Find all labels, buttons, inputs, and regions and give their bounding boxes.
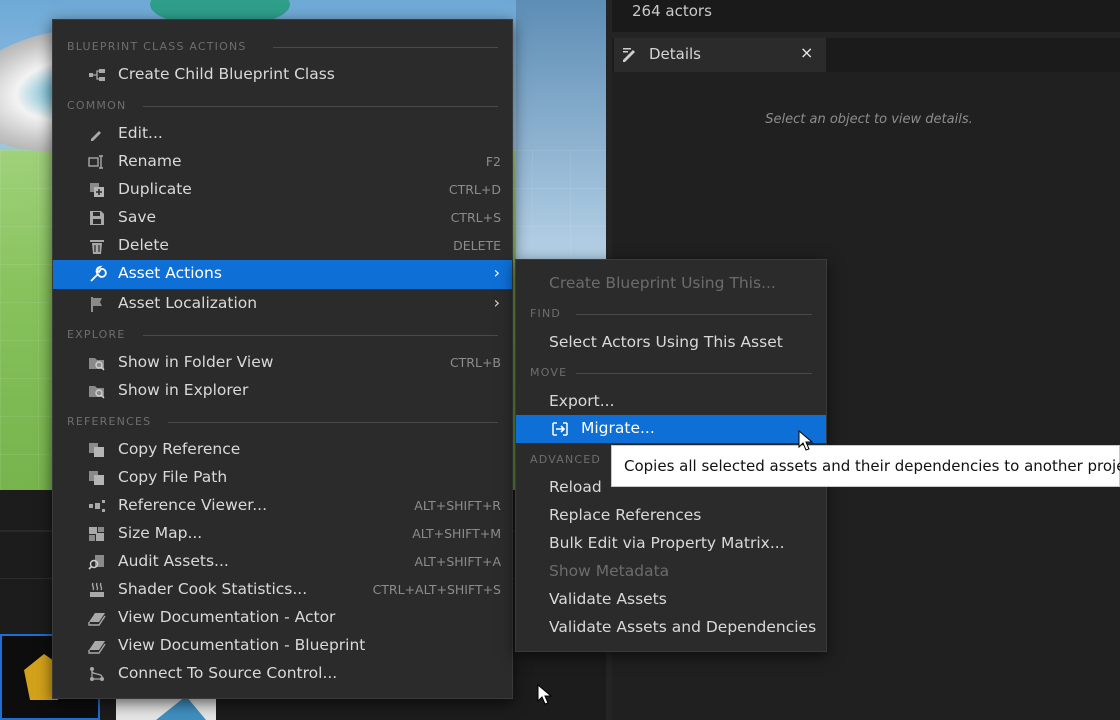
audit-icon bbox=[87, 553, 107, 571]
menu-item-reference-viewer[interactable]: Reference Viewer... ALT+SHIFT+R bbox=[53, 492, 512, 520]
section-common: COMMON bbox=[53, 95, 512, 115]
close-icon[interactable]: × bbox=[800, 43, 813, 62]
menu-item-save[interactable]: Save CTRL+S bbox=[53, 204, 512, 232]
menu-item-select-actors-using-asset[interactable]: Select Actors Using This Asset bbox=[516, 329, 826, 357]
menu-item-delete[interactable]: Delete DELETE bbox=[53, 232, 512, 260]
section-blueprint-class-actions: BLUEPRINT CLASS ACTIONS bbox=[53, 36, 512, 56]
menu-item-asset-actions[interactable]: Asset Actions › bbox=[53, 260, 512, 289]
mouse-cursor-icon bbox=[798, 430, 814, 451]
menu-item-bulk-edit[interactable]: Bulk Edit via Property Matrix... bbox=[516, 530, 826, 558]
section-move: MOVE bbox=[516, 362, 826, 382]
menu-item-rename[interactable]: Rename F2 bbox=[53, 148, 512, 176]
details-pencil-icon bbox=[620, 45, 640, 65]
folder-search-icon bbox=[87, 382, 107, 400]
source-control-icon bbox=[87, 665, 107, 683]
tooltip-text: Copies all selected assets and their dep… bbox=[624, 457, 1120, 475]
chevron-right-icon: › bbox=[493, 263, 500, 282]
menu-item-size-map[interactable]: Size Map... ALT+SHIFT+M bbox=[53, 520, 512, 548]
menu-item-replace-references[interactable]: Replace References bbox=[516, 502, 826, 530]
menu-item-show-in-folder-view[interactable]: Show in Folder View CTRL+B bbox=[53, 349, 512, 377]
menu-item-show-metadata: Show Metadata bbox=[549, 562, 670, 580]
menu-item-show-in-explorer[interactable]: Show in Explorer bbox=[53, 377, 512, 405]
migrate-tooltip: Copies all selected assets and their dep… bbox=[611, 445, 1120, 487]
menu-item-edit[interactable]: Edit... bbox=[53, 120, 512, 148]
menu-item-shader-cook-statistics[interactable]: Shader Cook Statistics... CTRL+ALT+SHIFT… bbox=[53, 576, 512, 604]
migrate-icon bbox=[550, 420, 570, 438]
book-icon bbox=[87, 637, 107, 655]
book-icon bbox=[87, 609, 107, 627]
section-references: REFERENCES bbox=[53, 411, 512, 431]
menu-item-validate-assets-dependencies[interactable]: Validate Assets and Dependencies bbox=[516, 614, 826, 642]
menu-item-audit-assets[interactable]: Audit Assets... ALT+SHIFT+A bbox=[53, 548, 512, 576]
menu-item-copy-file-path[interactable]: Copy File Path bbox=[53, 464, 512, 492]
menu-item-connect-source-control[interactable]: Connect To Source Control... bbox=[53, 660, 512, 688]
copy-icon bbox=[87, 441, 107, 459]
menu-item-migrate[interactable]: Migrate... bbox=[516, 415, 826, 443]
menu-item-create-child-blueprint[interactable]: Create Child Blueprint Class bbox=[53, 61, 512, 89]
chevron-right-icon: › bbox=[493, 293, 500, 312]
actors-count: 264 actors bbox=[632, 2, 712, 20]
menu-item-duplicate[interactable]: Duplicate CTRL+D bbox=[53, 176, 512, 204]
copy-icon bbox=[87, 469, 107, 487]
menu-item-asset-localization[interactable]: Asset Localization › bbox=[53, 290, 512, 318]
menu-item-create-blueprint-using-this: Create Blueprint Using This... bbox=[549, 274, 776, 292]
rename-icon bbox=[87, 153, 107, 171]
blueprint-child-icon bbox=[87, 66, 107, 84]
flag-icon bbox=[87, 295, 107, 313]
details-empty-message: Select an object to view details. bbox=[765, 112, 973, 127]
folder-search-icon bbox=[87, 354, 107, 372]
graph-icon bbox=[87, 497, 107, 515]
save-icon bbox=[87, 209, 107, 227]
details-tab-label: Details bbox=[649, 45, 702, 63]
section-find: FIND bbox=[516, 303, 826, 323]
section-explore: EXPLORE bbox=[53, 324, 512, 344]
size-map-icon bbox=[87, 525, 107, 543]
menu-item-view-documentation-blueprint[interactable]: View Documentation - Blueprint bbox=[53, 632, 512, 660]
tab-details[interactable]: Details × bbox=[614, 38, 826, 72]
pencil-icon bbox=[87, 125, 107, 143]
mouse-cursor-icon bbox=[537, 684, 553, 705]
menu-item-validate-assets[interactable]: Validate Assets bbox=[516, 586, 826, 614]
wrench-icon bbox=[87, 265, 107, 283]
duplicate-icon bbox=[87, 181, 107, 199]
asset-context-menu: BLUEPRINT CLASS ACTIONS Create Child Blu… bbox=[52, 19, 513, 699]
trash-icon bbox=[87, 237, 107, 255]
shader-icon bbox=[87, 581, 107, 599]
menu-item-view-documentation-actor[interactable]: View Documentation - Actor bbox=[53, 604, 512, 632]
menu-item-copy-reference[interactable]: Copy Reference bbox=[53, 436, 512, 464]
menu-item-export[interactable]: Export... bbox=[516, 388, 826, 416]
